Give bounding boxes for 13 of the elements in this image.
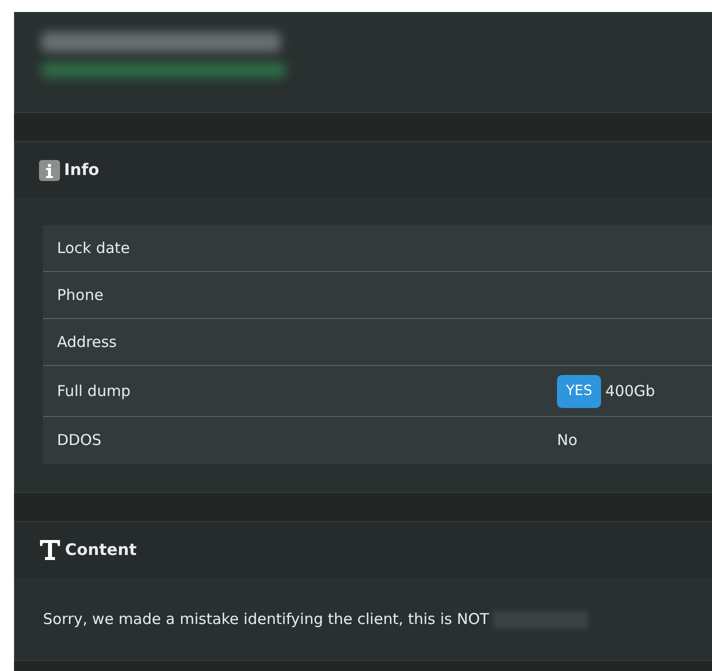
- field-label: Full dump: [57, 380, 132, 402]
- status-badge: YES: [557, 374, 602, 408]
- info-icon: [39, 160, 60, 180]
- text-icon: [39, 539, 61, 561]
- field-label: Phone: [57, 284, 104, 306]
- field-label: Lock date: [57, 238, 131, 259]
- field-value: No: [557, 430, 578, 452]
- field-label: Address: [57, 332, 118, 353]
- message-text: Sorry, we made a mistake identifying the client, this is NOT: [43, 610, 490, 628]
- field-value: 400Gb: [605, 380, 656, 402]
- panel-title: Content: [65, 539, 137, 561]
- panel-title: Info: [64, 159, 100, 181]
- field-label: DDOS: [57, 430, 102, 452]
